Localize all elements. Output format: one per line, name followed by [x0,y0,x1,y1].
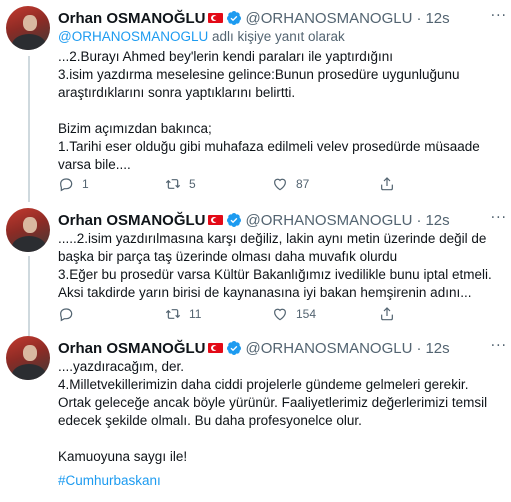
timestamp[interactable]: 12s [425,212,449,229]
like-count: 154 [296,307,317,321]
tweet-2[interactable]: Orhan OSMANOĞLU @ORHANOSMANOGLU · 12s ··… [0,202,511,338]
separator-dot: · [416,211,422,229]
timestamp[interactable]: 12s [425,340,449,357]
reply-icon [60,308,73,322]
hashtag-link[interactable]: #Cumhurbaskanı [58,472,499,490]
retweet-count: 5 [189,177,196,191]
thread-connector [28,56,30,202]
reply-count: 1 [82,177,89,191]
more-options-icon[interactable]: ··· [491,8,507,24]
tweet-actions: 11 154 [58,306,486,322]
tweet-header: Orhan OSMANOĞLU @ORHANOSMANOGLU · 12s [58,210,501,230]
timestamp[interactable]: 12s [425,10,449,27]
reply-to-mention[interactable]: @ORHANOSMANOGLU [58,29,208,44]
user-handle[interactable]: @ORHANOSMANOGLU [246,10,413,27]
separator-dot: · [416,339,422,357]
tweet-text: ...2.Burayı Ahmed bey'lerin kendi parala… [58,49,480,172]
share-icon [381,307,393,321]
verified-badge-icon [226,212,242,228]
share-button[interactable] [379,306,486,322]
avatar[interactable] [6,208,50,252]
share-icon [381,177,393,191]
verified-badge-icon [226,340,242,356]
display-name[interactable]: Orhan OSMANOĞLU [58,212,206,229]
tweet-thread: Orhan OSMANOĞLU @ORHANOSMANOGLU · 12s ··… [0,0,511,502]
tweet-3[interactable]: Orhan OSMANOĞLU @ORHANOSMANOGLU · 12s ··… [0,330,511,502]
like-count: 87 [296,177,310,191]
reply-icon [60,178,73,192]
tweet-header: Orhan OSMANOĞLU @ORHANOSMANOGLU · 12s [58,8,501,28]
display-name[interactable]: Orhan OSMANOĞLU [58,10,206,27]
turkey-flag-icon [207,343,223,353]
heart-icon [274,178,286,191]
reply-context: @ORHANOSMANOGLU adlı kişiye yanıt olarak [58,29,345,44]
reply-button[interactable] [58,306,165,322]
turkey-flag-icon [207,215,223,225]
display-name[interactable]: Orhan OSMANOĞLU [58,340,206,357]
heart-icon [274,308,286,321]
retweet-icon [165,309,181,319]
turkey-flag-icon [207,13,223,23]
like-button[interactable]: 87 [272,176,379,192]
separator-dot: · [416,9,422,27]
retweet-button[interactable]: 5 [165,176,272,192]
tweet-actions: 1 5 87 [58,176,486,192]
share-button[interactable] [379,176,486,192]
avatar[interactable] [6,336,50,380]
reply-button[interactable]: 1 [58,176,165,192]
retweet-button[interactable]: 11 [165,306,272,322]
tweet-text: .....2.isim yazdırılmasına karşı değiliz… [58,231,492,300]
more-options-icon[interactable]: ··· [491,338,507,354]
avatar[interactable] [6,6,50,50]
more-options-icon[interactable]: ··· [491,210,507,226]
reply-to-suffix: adlı kişiye yanıt olarak [208,29,345,44]
tweet-header: Orhan OSMANOĞLU @ORHANOSMANOGLU · 12s [58,338,501,358]
tweet-text: ....yazdıracağım, der. 4.Milletvekilleri… [58,359,488,464]
like-button[interactable]: 154 [272,306,379,322]
user-handle[interactable]: @ORHANOSMANOGLU [246,212,413,229]
retweet-icon [165,179,181,189]
verified-badge-icon [226,10,242,26]
tweet-1[interactable]: Orhan OSMANOĞLU @ORHANOSMANOGLU · 12s ··… [0,0,511,202]
thread-connector [28,256,30,338]
retweet-count: 11 [189,307,202,321]
user-handle[interactable]: @ORHANOSMANOGLU [246,340,413,357]
